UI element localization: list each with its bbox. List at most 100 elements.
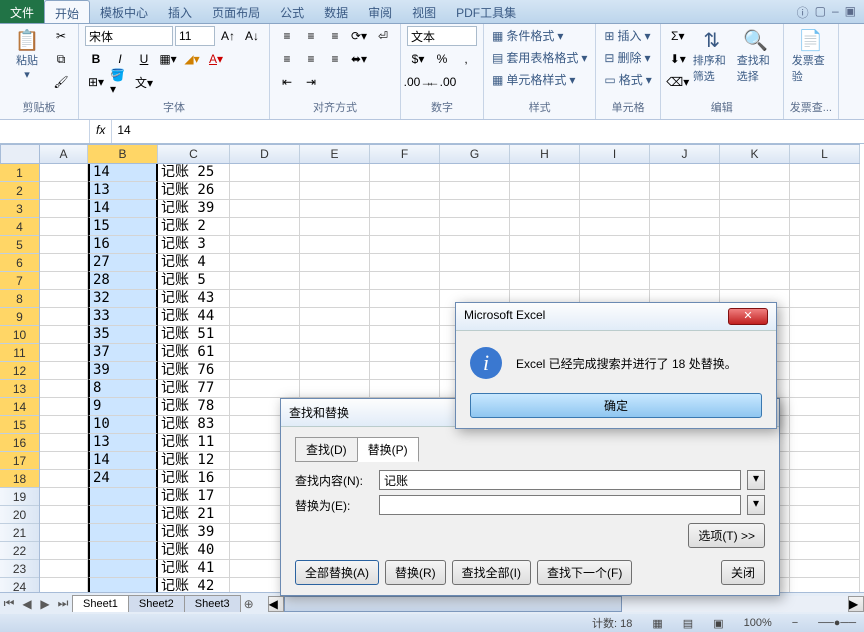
align-center-button[interactable]: ≡ — [300, 49, 322, 69]
options-button[interactable]: 选项(T) >> — [688, 523, 765, 548]
fill-down-button[interactable]: ⬇▾ — [667, 49, 689, 69]
invoice-button[interactable]: 📄发票查验 — [790, 26, 832, 86]
row-header[interactable]: 7 — [0, 272, 39, 290]
sheet-tab-1[interactable]: Sheet1 — [72, 595, 129, 612]
tab-start[interactable]: 开始 — [44, 0, 90, 23]
orientation-button[interactable]: ⟳▾ — [348, 26, 370, 46]
replace-dropdown[interactable]: ▾ — [747, 495, 765, 515]
row-header[interactable]: 24 — [0, 578, 39, 592]
italic-button[interactable]: I — [109, 49, 131, 69]
view-layout-icon[interactable]: ▤ — [683, 617, 693, 630]
row-header[interactable]: 21 — [0, 524, 39, 542]
row-header[interactable]: 16 — [0, 434, 39, 452]
zoom-level[interactable]: 100% — [744, 617, 772, 629]
sheet-nav-next[interactable]: ▶ — [36, 597, 54, 611]
row-header[interactable]: 1 — [0, 164, 39, 182]
sort-filter-button[interactable]: ⇅排序和筛选 — [691, 26, 733, 86]
replace-input[interactable] — [379, 495, 741, 515]
tab-view[interactable]: 视图 — [402, 0, 446, 23]
sheet-nav-prev[interactable]: ◀ — [18, 597, 36, 611]
comma-button[interactable]: , — [455, 49, 477, 69]
fill-color-button[interactable]: ◢▾ — [181, 49, 203, 69]
cut-button[interactable]: ✂ — [50, 26, 72, 46]
table-format-button[interactable]: ▤套用表格格式▾ — [490, 48, 589, 67]
delete-cells-button[interactable]: ⊟删除▾ — [602, 48, 652, 67]
insert-cells-button[interactable]: ⊞插入▾ — [602, 26, 652, 45]
copy-button[interactable]: ⧉ — [50, 49, 72, 69]
find-all-button[interactable]: 查找全部(I) — [452, 560, 531, 585]
paste-button[interactable]: 📋 粘贴▾ — [6, 26, 48, 83]
row-header[interactable]: 13 — [0, 380, 39, 398]
clear-button[interactable]: ⌫▾ — [667, 72, 689, 92]
view-pagebreak-icon[interactable]: ▣ — [713, 617, 723, 630]
col-header-L[interactable]: L — [790, 145, 860, 163]
sheet-tab-3[interactable]: Sheet3 — [184, 595, 241, 612]
col-header-K[interactable]: K — [720, 145, 790, 163]
minimize-icon[interactable]: – — [832, 4, 839, 19]
align-right-button[interactable]: ≡ — [324, 49, 346, 69]
close-button[interactable]: 关闭 — [721, 560, 765, 585]
sheet-nav-first[interactable]: ⏮ — [0, 596, 18, 611]
replace-button[interactable]: 替换(R) — [385, 560, 446, 585]
align-top-button[interactable]: ≡ — [276, 26, 298, 46]
zoom-out-button[interactable]: − — [792, 617, 798, 629]
tab-layout[interactable]: 页面布局 — [202, 0, 270, 23]
row-header[interactable]: 3 — [0, 200, 39, 218]
col-header-J[interactable]: J — [650, 145, 720, 163]
indent-right-button[interactable]: ⇥ — [300, 72, 322, 92]
row-header[interactable]: 2 — [0, 182, 39, 200]
font-size-combo[interactable] — [175, 26, 215, 46]
bold-button[interactable]: B — [85, 49, 107, 69]
formula-input[interactable]: 14 — [112, 120, 864, 143]
row-header[interactable]: 11 — [0, 344, 39, 362]
row-header[interactable]: 8 — [0, 290, 39, 308]
tab-templates[interactable]: 模板中心 — [90, 0, 158, 23]
ok-button[interactable]: 确定 — [470, 393, 762, 418]
select-all-corner[interactable] — [0, 144, 40, 164]
row-header[interactable]: 5 — [0, 236, 39, 254]
row-header[interactable]: 22 — [0, 542, 39, 560]
font-name-combo[interactable] — [85, 26, 173, 46]
row-header[interactable]: 20 — [0, 506, 39, 524]
find-input[interactable] — [379, 470, 741, 490]
format-painter-button[interactable]: 🖌 — [50, 72, 72, 92]
decrease-decimal-button[interactable]: ←.00 — [431, 72, 453, 92]
help-icon[interactable]: ⓘ — [797, 4, 809, 19]
indent-left-button[interactable]: ⇤ — [276, 72, 298, 92]
col-header-I[interactable]: I — [580, 145, 650, 163]
col-header-B[interactable]: B — [88, 145, 158, 163]
align-middle-button[interactable]: ≡ — [300, 26, 322, 46]
row-header[interactable]: 18 — [0, 470, 39, 488]
row-header[interactable]: 4 — [0, 218, 39, 236]
tab-pdf[interactable]: PDF工具集 — [446, 0, 526, 23]
find-next-button[interactable]: 查找下一个(F) — [537, 560, 632, 585]
sheet-nav-last[interactable]: ⏭ — [54, 596, 72, 611]
row-header[interactable]: 23 — [0, 560, 39, 578]
phonetic-button[interactable]: 文▾ — [133, 72, 155, 92]
row-header[interactable]: 19 — [0, 488, 39, 506]
fill-button[interactable]: 🪣▾ — [109, 72, 131, 92]
view-normal-icon[interactable]: ▦ — [652, 617, 662, 630]
col-header-C[interactable]: C — [158, 145, 230, 163]
border-button[interactable]: ▦▾ — [157, 49, 179, 69]
row-header[interactable]: 15 — [0, 416, 39, 434]
row-header[interactable]: 12 — [0, 362, 39, 380]
col-header-G[interactable]: G — [440, 145, 510, 163]
message-close-button[interactable]: ✕ — [728, 308, 768, 325]
wrap-text-button[interactable]: ⏎ — [372, 26, 394, 46]
row-header[interactable]: 9 — [0, 308, 39, 326]
number-format-combo[interactable] — [407, 26, 477, 46]
increase-decimal-button[interactable]: .00→ — [407, 72, 429, 92]
tab-file[interactable]: 文件 — [0, 0, 44, 23]
tab-review[interactable]: 审阅 — [358, 0, 402, 23]
new-sheet-button[interactable]: ⊕ — [240, 597, 258, 611]
cell-style-button[interactable]: ▦单元格样式▾ — [490, 70, 577, 89]
tab-insert[interactable]: 插入 — [158, 0, 202, 23]
font-color-button[interactable]: A▾ — [205, 49, 227, 69]
row-header[interactable]: 17 — [0, 452, 39, 470]
fx-button[interactable]: fx — [90, 120, 112, 143]
underline-button[interactable]: U — [133, 49, 155, 69]
autosum-button[interactable]: Σ▾ — [667, 26, 689, 46]
zoom-slider[interactable]: ──●── — [818, 617, 856, 629]
col-header-F[interactable]: F — [370, 145, 440, 163]
